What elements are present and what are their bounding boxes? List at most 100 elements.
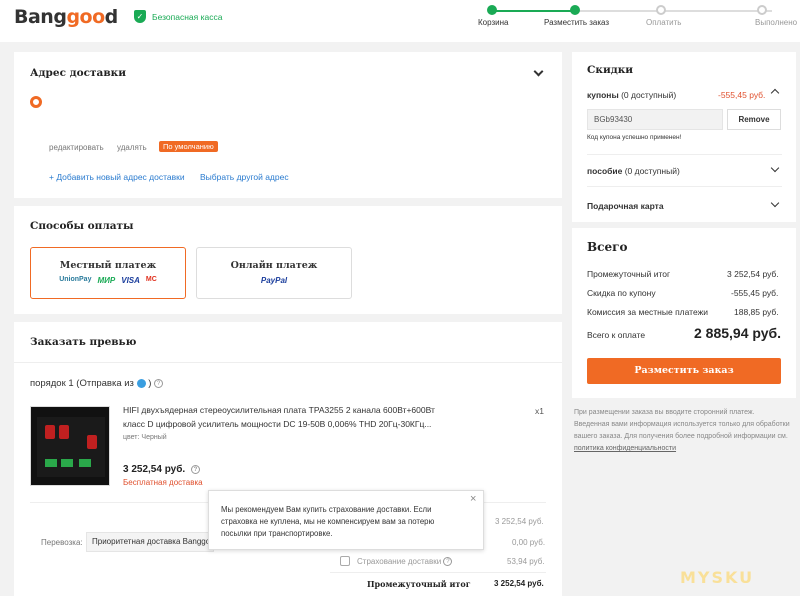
privacy-policy-link[interactable]: политика конфиденциальности (574, 445, 676, 452)
chevron-down-icon[interactable] (533, 66, 544, 77)
checkout-steps: Корзина Разместить заказ Оплатить Выполн… (470, 4, 800, 34)
unionpay-icon: UnionPay (59, 276, 92, 283)
step-dot-cart (487, 5, 497, 15)
delete-address-link[interactable]: удалять (117, 143, 147, 152)
step-dot-pay (656, 5, 666, 15)
step-label-cart: Корзина (478, 18, 509, 27)
choose-address-link[interactable]: Выбрать другой адрес (200, 172, 289, 182)
product-price-value: 3 252,54 руб. (123, 464, 186, 475)
product-name-line2[interactable]: класс D цифровой усилитель мощности DC 1… (123, 419, 431, 429)
online-payment-icons: PayPal (197, 276, 351, 285)
help-icon[interactable]: ? (190, 464, 200, 474)
insurance-label-text: Страхование доставки (357, 557, 442, 566)
gift-card-label[interactable]: Подарочная карта (587, 201, 664, 211)
address-card: Адрес доставки редактировать удалять По … (14, 52, 562, 198)
secure-checkout-label: Безопасная касса (152, 11, 223, 22)
discounts-card: Скидки купоны (0 доступный) -555,45 руб.… (572, 52, 796, 222)
divider (587, 186, 782, 187)
coupons-row[interactable]: купоны (0 доступный) (587, 90, 676, 100)
order-line: порядок 1 (Отправка из ) ? (30, 378, 163, 389)
edit-address-link[interactable]: редактировать (49, 143, 104, 152)
address-title: Адрес доставки (30, 67, 126, 79)
total-subtotal-value: 3 252,54 руб. (727, 269, 779, 279)
insurance-checkbox[interactable] (340, 556, 350, 566)
globe-icon (136, 378, 146, 388)
step-remaining-line (576, 10, 772, 12)
address-radio[interactable] (30, 96, 42, 108)
online-payment-option[interactable]: Онлайн платеж PayPal (196, 247, 352, 299)
coupons-available: (0 доступный) (618, 90, 677, 100)
paypal-icon: PayPal (260, 276, 288, 285)
terminal-shape (61, 459, 73, 467)
total-subtotal-label: Промежуточный итог (587, 269, 671, 279)
local-fee-label: Комиссия за местные платежи (587, 307, 709, 317)
banggood-logo[interactable]: Banggood (14, 6, 118, 28)
close-icon[interactable]: × (470, 493, 476, 505)
order-line-end: ) (148, 378, 152, 389)
step-label-done: Выполнено (755, 18, 798, 27)
preview-title: Заказать превью (30, 336, 137, 348)
mysku-watermark: MYSKU (680, 568, 755, 587)
shipping-method-select[interactable]: Приоритетная доставка Banggood (86, 532, 214, 552)
privacy-note-line3: вашего заказа. Для получения более подро… (574, 433, 788, 440)
local-fee-value: 188,85 руб. (734, 307, 779, 317)
add-address-link[interactable]: + Добавить новый адрес доставки (49, 172, 185, 182)
privacy-note-line1: При размещении заказа вы вводите сторонн… (574, 409, 755, 416)
allowance-available: (0 доступный) (622, 166, 680, 176)
local-payment-label: Местный платеж (59, 260, 157, 271)
allowance-label: пособие (587, 166, 623, 176)
free-shipping-label: Бесплатная доставка (123, 478, 203, 487)
secure-checkout: ✓ Безопасная касса (134, 10, 222, 23)
terminal-shape (45, 459, 57, 467)
total-title: Всего (587, 240, 628, 254)
coupon-success-message: Код купона успешно применен! (587, 134, 682, 141)
local-payment-option[interactable]: Местный платеж UnionPay МИР VISA MC (30, 247, 186, 299)
tooltip-text: Мы рекомендуем Вам купить страхование до… (221, 505, 435, 538)
step-dot-done (757, 5, 767, 15)
product-color: цвет: Черный (123, 434, 167, 441)
header: Banggood ✓ Безопасная касса Корзина Разм… (0, 0, 800, 42)
help-icon[interactable]: ? (443, 557, 453, 567)
divider (587, 154, 782, 155)
allowance-row[interactable]: пособие (0 доступный) (587, 166, 680, 176)
grand-total-value: 2 885,94 руб. (694, 325, 782, 341)
preview-subtotal-value: 3 252,54 руб. (494, 579, 544, 588)
product-price: 3 252,54 руб. ? (123, 464, 200, 475)
terminal-shape (79, 459, 91, 467)
chevron-down-icon[interactable] (770, 163, 780, 173)
capacitor-shape (87, 435, 97, 449)
shield-check-icon: ✓ (134, 10, 146, 23)
order-line-text: порядок 1 (Отправка из (30, 378, 134, 389)
product-quantity: x1 (535, 406, 544, 416)
coupon-code-input[interactable]: BGb93430 (587, 109, 723, 130)
coupon-discount-value: -555,45 руб. (731, 288, 779, 298)
help-icon[interactable]: ? (154, 378, 163, 388)
items-total-value: 3 252,54 руб. (495, 517, 544, 526)
discounts-title: Скидки (587, 64, 634, 76)
online-payment-label: Онлайн платеж (230, 260, 318, 271)
local-payment-icons: UnionPay МИР VISA MC (31, 276, 185, 285)
payment-title: Способы оплаты (30, 220, 134, 232)
product-image[interactable] (30, 406, 110, 486)
step-label-pay: Оплатить (646, 18, 682, 27)
chevron-down-icon[interactable] (770, 198, 780, 208)
step-label-place-order: Разместить заказ (544, 18, 610, 27)
chevron-up-icon[interactable] (770, 88, 780, 98)
remove-coupon-button[interactable]: Remove (727, 109, 781, 130)
shipping-label: Перевозка: (41, 538, 83, 547)
insurance-value: 53,94 руб. (507, 557, 545, 566)
default-badge: По умолчанию (159, 141, 218, 152)
insurance-tooltip: Мы рекомендуем Вам купить страхование до… (208, 490, 484, 550)
place-order-button[interactable]: Разместить заказ (587, 358, 781, 384)
step-progress-line (492, 10, 576, 12)
divider (330, 572, 546, 573)
shipping-cost-value: 0,00 руб. (512, 538, 546, 547)
privacy-note-line2: Введенная вами информация используется т… (574, 421, 790, 428)
step-dot-place-order (570, 5, 580, 15)
payment-card: Способы оплаты Местный платеж UnionPay М… (14, 206, 562, 314)
capacitor-shape (59, 425, 69, 439)
grand-total-label: Всего к оплате (587, 330, 646, 340)
product-name-line1[interactable]: HIFI двухъядерная стереоусилительная пла… (123, 405, 435, 415)
insurance-label: Страхование доставки ? (357, 557, 453, 567)
coupons-value: -555,45 руб. (718, 90, 766, 100)
